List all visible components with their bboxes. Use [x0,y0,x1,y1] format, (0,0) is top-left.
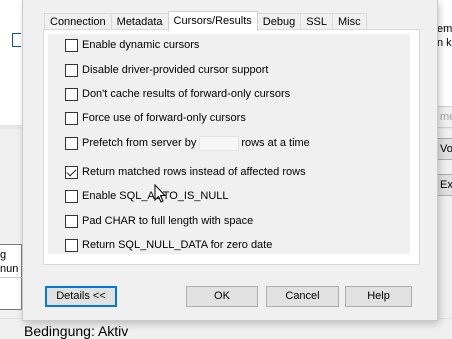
connector-options-dialog: Connection Metadata Cursors/Results Debu… [23,0,437,320]
background-right-text-2: n k [437,37,452,49]
tab-misc[interactable]: Misc [332,13,367,30]
option-label: Enable dynamic cursors [82,39,200,51]
tab-cursors-results[interactable]: Cursors/Results [167,11,258,31]
background-left-text-2: nun [0,263,19,275]
option-label: Force use of forward-only cursors [82,112,246,124]
option-pad-char[interactable]: Pad CHAR to full length with space [65,212,253,230]
cancel-button[interactable]: Cancel [266,286,339,307]
tab-debug[interactable]: Debug [256,13,302,30]
checkbox[interactable] [65,38,78,52]
checkbox[interactable] [65,111,78,125]
option-force-forward-only[interactable]: Force use of forward-only cursors [65,109,246,127]
option-dont-cache-forward-only[interactable]: Don't cache results of forward-only curs… [65,85,290,103]
option-label: Disable driver-provided cursor support [82,64,269,76]
option-label: Return matched rows instead of affected … [82,166,306,178]
background-status-text: Bedingung: Aktiv [24,323,129,339]
background-right-text-1: em [437,23,452,35]
tab-connection[interactable]: Connection [44,13,112,30]
option-label: Don't cache results of forward-only curs… [82,88,291,100]
ok-button[interactable]: OK [186,286,258,307]
checkbox[interactable] [65,238,78,252]
tab-ssl[interactable]: SSL [300,13,333,30]
option-return-sql-null-data[interactable]: Return SQL_NULL_DATA for zero date [65,236,272,254]
option-return-matched-rows[interactable]: Return matched rows instead of affected … [65,163,306,181]
option-label: Return SQL_NULL_DATA for zero date [82,239,273,251]
checkbox[interactable] [65,87,78,101]
cursors-results-panel: Enable dynamic cursors Disable driver-pr… [43,29,420,265]
checkbox[interactable] [65,63,78,77]
option-label: Enable SQL_AUTO_IS_NULL [82,190,229,202]
checkbox-checked[interactable] [65,165,78,179]
background-app-icon [12,33,21,47]
background-right-button-1[interactable]: me [437,106,452,128]
prefetch-rows-input[interactable] [199,135,240,151]
option-enable-sql-auto-is-null[interactable]: Enable SQL_AUTO_IS_NULL [65,187,229,205]
background-right-button-2[interactable]: Vor [437,138,452,160]
option-prefetch-from-server[interactable]: Prefetch from server by rows at a time [65,134,310,152]
details-button[interactable]: Details << [45,286,117,307]
option-label: Prefetch from server by [82,137,197,149]
option-disable-driver-cursor-support[interactable]: Disable driver-provided cursor support [65,61,268,79]
background-right-button-3[interactable]: Exp [437,174,452,196]
option-label: Pad CHAR to full length with space [82,215,254,227]
checkbox[interactable] [65,136,78,150]
help-button[interactable]: Help [345,286,412,307]
background-left-separator [0,277,22,278]
background-left-text-1: g [0,249,7,261]
options-scroll-area[interactable]: Enable dynamic cursors Disable driver-pr… [48,34,410,254]
checkbox[interactable] [65,189,78,203]
option-enable-dynamic-cursors[interactable]: Enable dynamic cursors [65,36,199,54]
tab-strip: Connection Metadata Cursors/Results Debu… [44,11,367,31]
option-label-suffix: rows at a time [241,137,310,149]
tab-metadata[interactable]: Metadata [110,13,169,30]
checkbox[interactable] [65,214,78,228]
